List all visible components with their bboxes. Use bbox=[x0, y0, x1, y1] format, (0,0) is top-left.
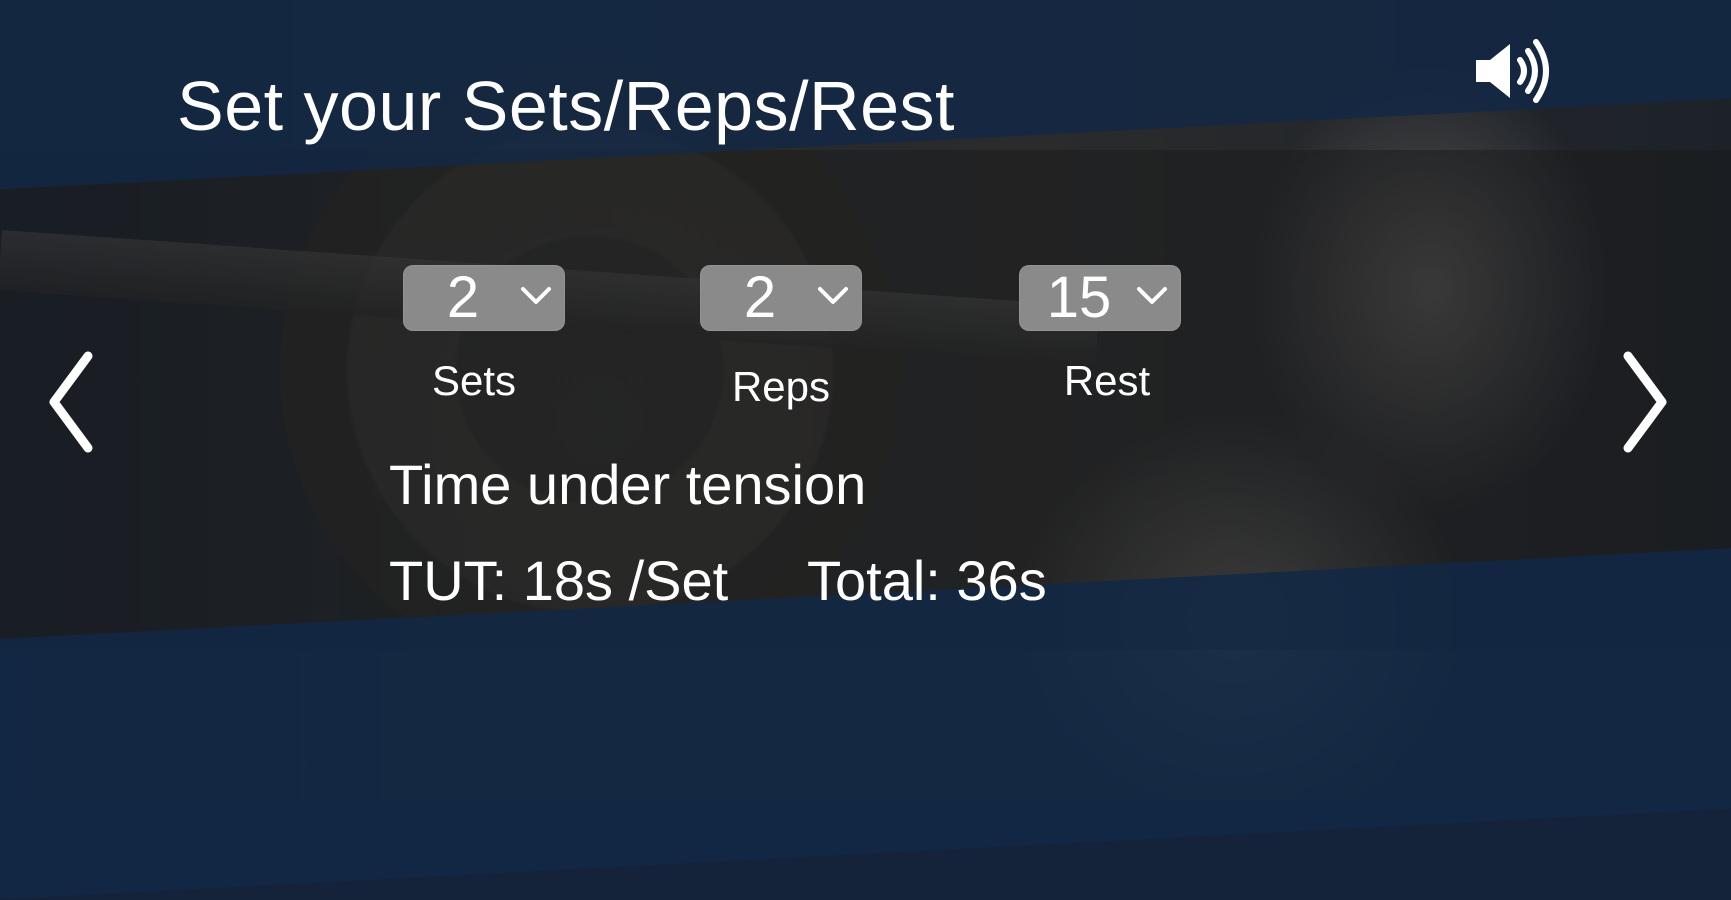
next-button[interactable] bbox=[1612, 350, 1672, 454]
speaker-volume-icon[interactable] bbox=[1472, 36, 1556, 106]
chevron-right-icon bbox=[1623, 351, 1667, 453]
tut-per-set: TUT: 18s /Set bbox=[389, 549, 729, 612]
reps-dropdown[interactable]: 2 bbox=[700, 265, 862, 331]
tut-total: Total: 36s bbox=[807, 549, 1047, 612]
reps-label: Reps bbox=[731, 363, 831, 410]
sets-label: Sets bbox=[431, 357, 517, 404]
tut-heading: Time under tension bbox=[389, 453, 867, 516]
chevron-down-icon bbox=[818, 287, 848, 304]
previous-button[interactable] bbox=[44, 350, 104, 454]
page-title: Set your Sets/Reps/Rest bbox=[177, 67, 955, 145]
chevron-left-icon bbox=[49, 351, 93, 453]
rest-dropdown[interactable]: 15 bbox=[1019, 265, 1181, 331]
sets-value: 2 bbox=[446, 265, 480, 330]
sets-dropdown[interactable]: 2 bbox=[403, 265, 565, 331]
rest-label: Rest bbox=[1063, 357, 1151, 404]
rest-value: 15 bbox=[1046, 265, 1112, 330]
chevron-down-icon bbox=[521, 287, 551, 304]
chevron-down-icon bbox=[1137, 287, 1167, 304]
reps-value: 2 bbox=[743, 265, 777, 330]
